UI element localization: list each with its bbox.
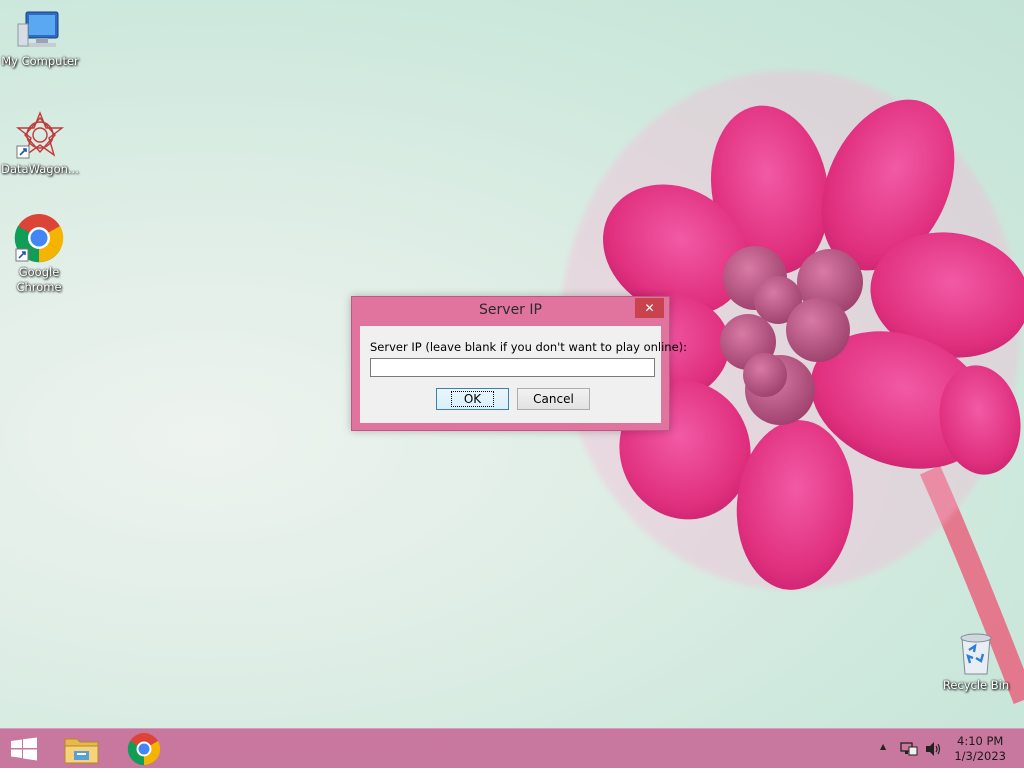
chrome-icon [14, 214, 64, 263]
desktop-icon-my-computer[interactable]: My Computer [0, 10, 80, 69]
cancel-button[interactable]: Cancel [517, 388, 590, 410]
taskbar: ▲ 4:10 PM 1/3/2023 [0, 728, 1024, 768]
start-button[interactable] [0, 729, 48, 769]
desktop: My Computer DataWagon... Google Chrome R… [0, 0, 1024, 728]
server-ip-prompt: Server IP (leave blank if you don't want… [370, 340, 688, 354]
dialog-body: Server IP (leave blank if you don't want… [360, 326, 687, 423]
desktop-icon-recycle-bin[interactable]: Recycle Bin [936, 630, 1016, 693]
dialog-title: Server IP [479, 302, 542, 318]
windows-icon [11, 737, 37, 761]
desktop-icon-label: Recycle Bin [942, 678, 1010, 692]
file-explorer-button[interactable] [56, 729, 108, 769]
volume-icon[interactable] [924, 740, 942, 758]
clock-time: 4:10 PM [957, 734, 1004, 748]
server-ip-input[interactable] [370, 358, 655, 377]
ok-button[interactable]: OK [436, 388, 509, 410]
server-ip-dialog: Server IP ✕ Server IP (leave blank if yo… [351, 296, 687, 431]
close-button[interactable]: ✕ [635, 298, 664, 318]
system-tray: ▲ 4:10 PM 1/3/2023 [864, 729, 1024, 769]
desktop-icon-datawagon[interactable]: DataWagon... [0, 110, 80, 177]
desktop-icon-google-chrome[interactable]: Google Chrome [0, 213, 80, 295]
clock-date: 1/3/2023 [954, 749, 1006, 763]
desktop-icon-label: My Computer [1, 54, 79, 68]
desktop-icon-label: Google Chrome [16, 265, 62, 294]
chrome-icon [127, 733, 161, 766]
folder-icon [64, 738, 99, 764]
show-hidden-icons-button[interactable]: ▲ [880, 742, 886, 751]
computer-icon [17, 11, 59, 47]
chrome-taskbar-button[interactable] [118, 729, 170, 769]
datawagon-icon [15, 111, 65, 159]
clock[interactable]: 4:10 PM 1/3/2023 [954, 734, 1006, 764]
close-icon: ✕ [644, 301, 655, 315]
desktop-icon-label: DataWagon... [1, 162, 79, 176]
network-icon[interactable] [900, 740, 918, 758]
recycle-bin-icon [960, 633, 992, 675]
ok-button-label: OK [450, 391, 495, 407]
